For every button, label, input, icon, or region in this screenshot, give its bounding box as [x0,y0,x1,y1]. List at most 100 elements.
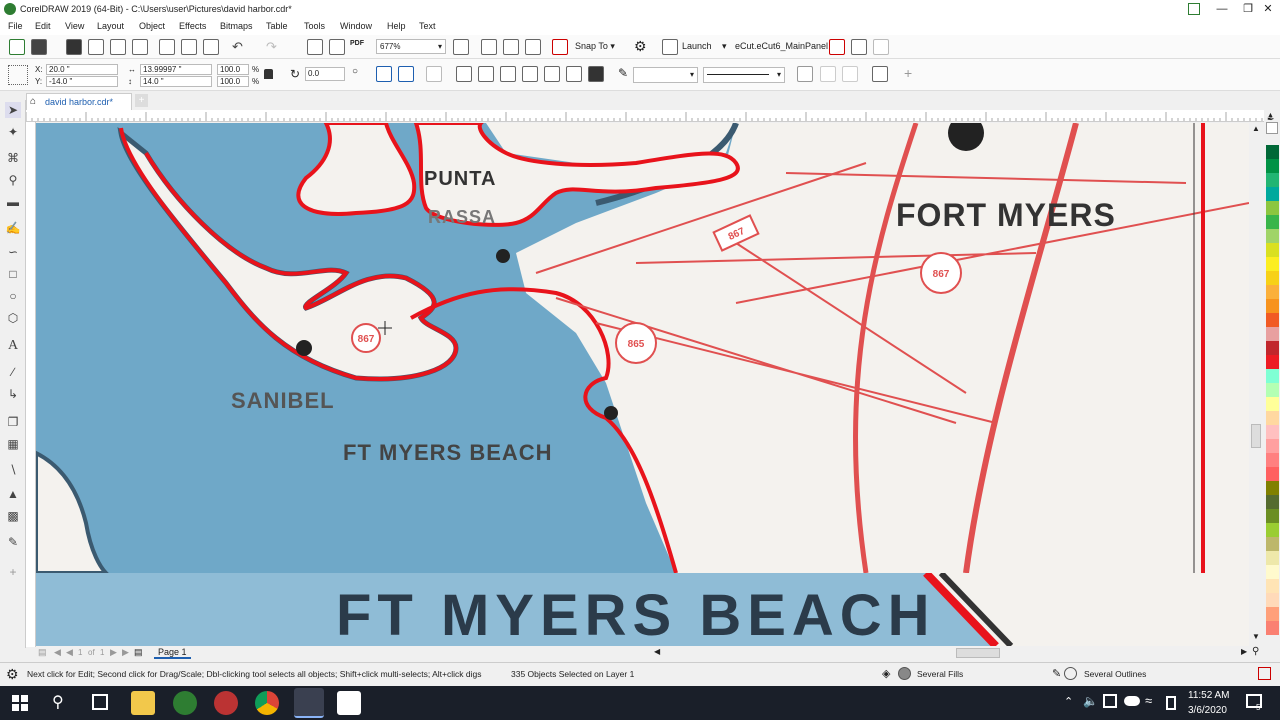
interactive-fill-tool-icon[interactable]: ▲ [5,486,21,502]
simplify-icon[interactable] [522,66,538,82]
clock-date[interactable]: 3/6/2020 [1188,705,1227,716]
palette-swatch[interactable] [1266,257,1279,271]
wifi-icon[interactable]: ≈ [1145,693,1152,708]
onedrive-icon[interactable] [1124,696,1140,706]
first-page-icon[interactable]: ▤ [38,647,47,658]
outline-pen-status-icon[interactable]: ✎ [1052,667,1061,680]
copy-icon[interactable] [181,39,197,55]
status-settings-icon[interactable]: ⚙ [6,666,19,683]
palette-swatch[interactable] [1266,439,1279,453]
show-grid-icon[interactable] [503,39,519,55]
photos-icon[interactable] [337,691,361,715]
menu-edit[interactable]: Edit [35,21,51,31]
line-style-select[interactable]: ▾ [703,67,785,83]
clock-time[interactable]: 11:52 AM [1188,690,1230,701]
palette-swatch[interactable] [1266,383,1279,397]
export-icon[interactable] [329,39,345,55]
mirror-vertical-icon[interactable] [398,66,414,82]
pick-tool-icon[interactable]: ➤ [5,102,21,118]
align-distribute-icon[interactable] [872,66,888,82]
page-tab[interactable]: Page 1 [154,647,191,659]
show-rulers-icon[interactable] [481,39,497,55]
menu-table[interactable]: Table [266,21,288,31]
palette-swatch[interactable] [1266,313,1279,327]
photo-paint-icon[interactable] [214,691,238,715]
smart-fill-tool-icon[interactable]: ▩ [5,508,21,524]
palette-swatch[interactable] [1266,495,1279,509]
chrome-icon[interactable] [255,691,279,715]
menu-tools[interactable]: Tools [304,21,325,31]
windows-start-icon[interactable] [12,695,28,711]
menu-bitmaps[interactable]: Bitmaps [220,21,253,31]
label-ft-myers-beach-large[interactable]: FT MYERS BEACH [336,583,936,646]
label-rassa[interactable]: RASSA [428,207,496,227]
palette-swatch[interactable] [1266,271,1279,285]
print-icon[interactable] [132,39,148,55]
scroll-down-arrow[interactable]: ▼ [1252,632,1260,641]
snap-to-menu[interactable]: Snap To ▾ [575,41,615,52]
previous-page-icon[interactable]: ◀ [54,647,61,658]
drawing-canvas-lower[interactable]: FT MYERS BEACH [36,573,1249,646]
back-minus-front-icon[interactable] [566,66,582,82]
battery-icon[interactable] [1166,696,1176,710]
y-position-input[interactable]: -14.0 " [46,76,118,87]
intersect-icon[interactable] [500,66,516,82]
palette-swatch[interactable] [1266,607,1279,621]
eyedropper-tool-icon[interactable]: ∖ [5,462,21,478]
crop-tool-icon[interactable]: ⌘ [5,150,21,166]
coreldraw-active-icon[interactable] [294,688,324,718]
cloud-download-icon[interactable] [88,39,104,55]
coreldraw-app-icon[interactable] [4,3,16,15]
document-tab[interactable]: ⌂ david harbor.cdr* [26,93,132,110]
polygon-tool-icon[interactable]: ⬡ [5,310,21,326]
palette-swatch[interactable] [1266,173,1279,187]
palette-swatch[interactable] [1266,509,1279,523]
width-input[interactable]: 13.99997 " [140,64,212,75]
rotation-input[interactable]: 0.0 [305,67,345,81]
vertical-ruler[interactable] [26,122,36,647]
minimize-button[interactable]: — [1210,1,1234,17]
menu-object[interactable]: Object [139,21,165,31]
menu-layout[interactable]: Layout [97,21,124,31]
label-punta[interactable]: PUNTA [424,168,496,190]
palette-swatch[interactable] [1266,187,1279,201]
ellipse-tool-icon[interactable]: ○ [5,288,21,304]
palette-swatch[interactable] [1266,565,1279,579]
outline-width-select[interactable]: ▾ [633,67,698,83]
palette-swatch[interactable] [1266,243,1279,257]
outline-pen-icon[interactable]: ✎ [618,66,628,80]
vertical-scrollbar[interactable]: ▲ ▼ [1249,122,1263,647]
scroll-right-arrow[interactable]: ▶ [1241,647,1247,656]
scale-x-input[interactable]: 100.0 [217,64,249,75]
edit-shape-icon[interactable] [842,66,858,82]
horizontal-ruler[interactable] [26,110,1264,122]
palette-swatch[interactable] [1266,425,1279,439]
palette-swatch[interactable] [1266,593,1279,607]
account-icon[interactable] [1188,3,1200,15]
menu-help[interactable]: Help [387,21,406,31]
paste-icon[interactable] [203,39,219,55]
menu-file[interactable]: File [8,21,23,31]
create-boundary-icon[interactable] [588,66,604,82]
connector-tool-icon[interactable]: ↳ [5,386,21,402]
drawing-canvas[interactable]: 867 867 865 867 PUNTA RASSA FORT MYERS S… [36,123,1249,573]
palette-swatch[interactable] [1266,159,1279,173]
zoom-navigator-icon[interactable]: ⚲ [1252,646,1259,657]
palette-swatch[interactable] [1266,229,1279,243]
eyedropper-icon[interactable]: ✒ [1267,114,1275,125]
rectangle-tool-icon[interactable]: □ [5,266,21,282]
task-view-icon[interactable] [92,694,108,710]
show-guidelines-icon[interactable] [525,39,541,55]
options-gear-icon[interactable]: ⚙ [634,38,647,55]
next-page-icon[interactable]: ▶ [110,647,117,658]
palette-swatch[interactable] [1266,327,1279,341]
add-property-icon[interactable]: + [904,65,912,81]
label-ft-myers-beach[interactable]: FT MYERS BEACH [343,440,553,465]
pdf-icon[interactable]: PDF [350,40,364,47]
trim-icon[interactable] [478,66,494,82]
volume-icon[interactable]: 🔈 [1083,694,1098,708]
cut-icon[interactable] [159,39,175,55]
rotation-center-icon[interactable]: ○ [352,66,358,77]
scroll-left-arrow[interactable]: ◀ [654,647,660,656]
color-proof-icon[interactable] [1258,667,1271,680]
